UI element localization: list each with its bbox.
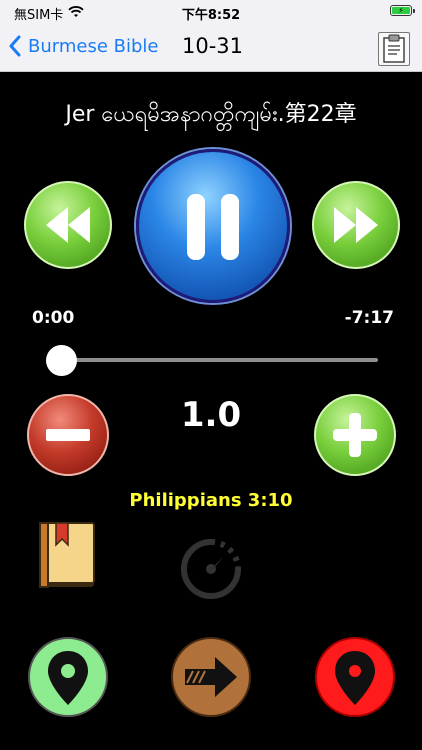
fast-forward-icon [334, 207, 378, 243]
go-forward-button[interactable] [171, 637, 251, 717]
status-bar: 無SIM卡 下午8:52 ⚡ [0, 0, 422, 24]
arrow-right-icon [185, 657, 237, 697]
chapter-title: Jer ယေရမိအနာဂတ္တိကျမ်း.第22章 [65, 102, 357, 127]
progress-thumb[interactable] [46, 345, 77, 376]
plus-icon [333, 413, 377, 457]
clipboard-button[interactable] [378, 32, 410, 66]
book-icon [39, 522, 95, 588]
verse-reference[interactable]: Philippians 3:10 [0, 490, 422, 511]
sleep-timer-button[interactable] [176, 534, 246, 604]
increase-speed-button[interactable] [314, 394, 396, 476]
rewind-icon [46, 207, 90, 243]
back-button-label: Burmese Bible [28, 35, 159, 57]
timer-icon [181, 539, 241, 599]
next-location-button[interactable] [315, 637, 395, 717]
navigation-bar: Burmese Bible 10-31 [0, 24, 422, 72]
pause-icon [187, 194, 239, 260]
bookmark-button[interactable] [36, 519, 98, 589]
fast-forward-button[interactable] [312, 181, 400, 269]
chevron-left-icon [9, 35, 21, 57]
green-location-pin-icon [48, 651, 88, 705]
pause-button[interactable] [136, 149, 290, 303]
rewind-button[interactable] [24, 181, 112, 269]
clipboard-icon [383, 34, 405, 63]
previous-location-button[interactable] [28, 637, 108, 717]
status-time: 下午8:52 [181, 8, 241, 23]
player-screen: 無SIM卡 下午8:52 ⚡ Burmese Bible 10-31 Jer ယ… [0, 0, 422, 750]
battery-charging-icon: ⚡ [390, 5, 415, 16]
page-title: 10-31 [182, 34, 244, 58]
red-location-pin-icon [335, 651, 375, 705]
progress-track[interactable] [62, 358, 378, 362]
remaining-time: -7:17 [344, 308, 394, 328]
elapsed-time: 0:00 [32, 308, 75, 328]
back-button[interactable]: Burmese Bible [8, 35, 158, 57]
